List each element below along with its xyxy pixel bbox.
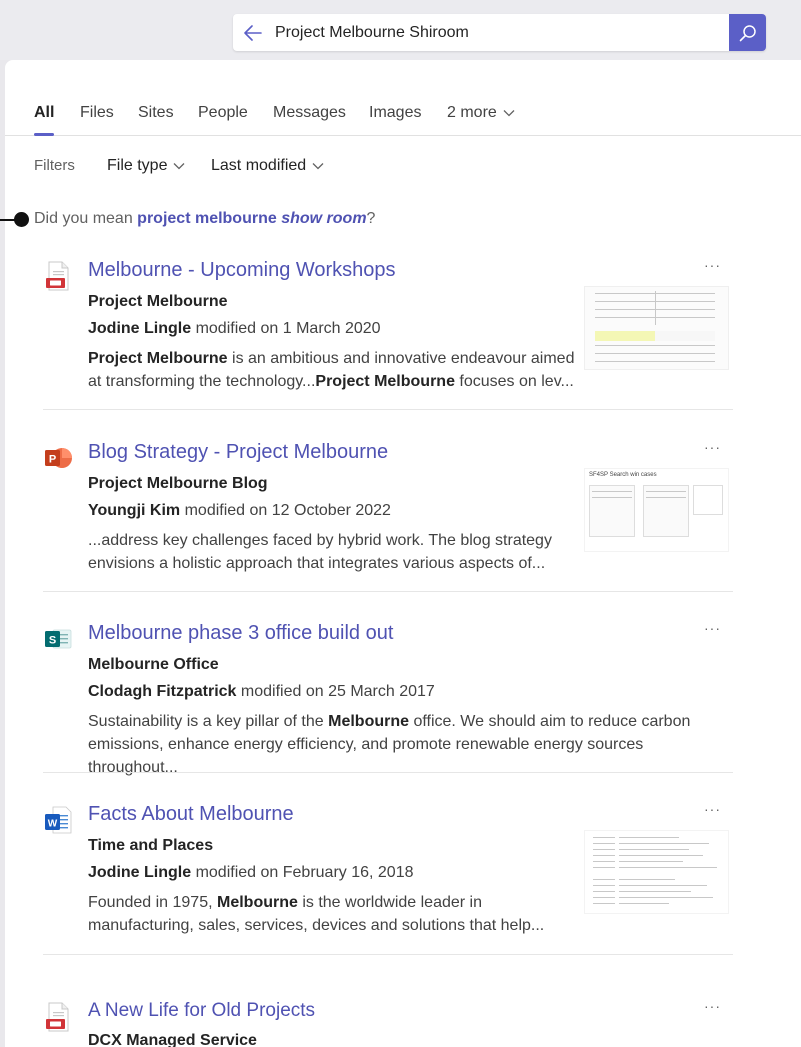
- snippet-text: emissions, enhance energy efficiency, an…: [88, 736, 644, 776]
- snippet-highlight: Project Melbourne: [315, 373, 455, 390]
- result-meta: Jodine Lingle modified on February 16, 2…: [88, 864, 414, 882]
- result-title[interactable]: Melbourne - Upcoming Workshops: [88, 259, 396, 282]
- snippet-text: focuses on lev...: [454, 373, 574, 390]
- slide-thumbnail: SF4SP Search win cases: [584, 468, 729, 552]
- result-modified: modified on 1 March 2020: [195, 320, 381, 337]
- result-title[interactable]: A New Life for Old Projects: [88, 1000, 315, 1022]
- did-you-mean: Did you mean project melbourne show room…: [34, 210, 375, 228]
- result-snippet: Founded in 1975, Melbourne is the worldw…: [88, 891, 544, 937]
- pdf-file-icon: [46, 1002, 69, 1032]
- tab-more-label: 2 more: [447, 104, 497, 121]
- search-icon: [739, 24, 756, 41]
- result-meta: Clodagh Fitzpatrick modified on 25 March…: [88, 683, 435, 701]
- tab-people[interactable]: People: [198, 104, 248, 122]
- tab-all[interactable]: All: [34, 104, 54, 122]
- result-location: Time and Places: [88, 837, 214, 854]
- pdf-file-icon: [46, 261, 69, 291]
- snippet-highlight: Melbourne: [217, 894, 298, 911]
- document-thumbnail: [584, 830, 729, 914]
- tab-files[interactable]: Files: [80, 104, 114, 122]
- snippet-text: ...address key challenges faced by hybri…: [88, 532, 552, 549]
- result-location: Melbourne Office: [88, 656, 219, 673]
- file-type-filter[interactable]: File type: [107, 157, 185, 175]
- result-title[interactable]: Blog Strategy - Project Melbourne: [88, 441, 388, 464]
- tab-messages[interactable]: Messages: [273, 104, 346, 122]
- back-arrow-icon[interactable]: [233, 14, 273, 51]
- search-box: [233, 14, 766, 51]
- result-modified: modified on February 16, 2018: [195, 864, 414, 881]
- snippet-text: Founded in 1975,: [88, 894, 217, 911]
- result-location: DCX Managed Service: [88, 1032, 257, 1047]
- snippet-text: manufacturing, sales, services, devices …: [88, 917, 545, 934]
- snippet-text: office. We should aim to reduce carbon: [409, 713, 691, 730]
- result-author: Youngji Kim: [88, 502, 181, 519]
- last-modified-label: Last modified: [211, 157, 307, 174]
- document-thumbnail: [584, 286, 729, 370]
- tab-bar: All Files Sites People Messages Images 2…: [5, 96, 801, 136]
- more-options-button[interactable]: ···: [704, 801, 721, 817]
- result-snippet: ...address key challenges faced by hybri…: [88, 529, 552, 575]
- suggestion-italic: show room: [281, 210, 367, 227]
- result-author: Jodine Lingle: [88, 864, 192, 881]
- snippet-text: is the worldwide leader in: [297, 894, 482, 911]
- svg-text:P: P: [49, 454, 56, 466]
- tab-more[interactable]: 2 more: [447, 104, 515, 122]
- more-options-button[interactable]: ···: [704, 439, 721, 455]
- filters-label: Filters: [34, 157, 75, 174]
- result-divider: [43, 591, 733, 592]
- snippet-text: at transforming the technology...: [88, 373, 316, 390]
- tab-sites[interactable]: Sites: [138, 104, 174, 122]
- search-button[interactable]: [729, 14, 766, 51]
- top-bar: [0, 0, 801, 60]
- snippet-highlight: Melbourne: [328, 713, 410, 730]
- callout-dot: [14, 212, 29, 227]
- file-type-label: File type: [107, 157, 168, 174]
- result-meta: Jodine Lingle modified on 1 March 2020: [88, 320, 381, 338]
- word-file-icon: W: [45, 806, 72, 834]
- filters-row: Filters File type Last modified: [34, 156, 734, 180]
- did-you-mean-suggestion[interactable]: project melbourne show room: [137, 210, 366, 227]
- chevron-down-icon: [174, 162, 185, 170]
- result-snippet: Sustainability is a key pillar of the Me…: [88, 710, 728, 779]
- result-snippet: Project Melbourne is an ambitious and in…: [88, 347, 574, 393]
- svg-text:W: W: [48, 819, 58, 830]
- result-divider: [43, 409, 733, 410]
- suggestion-plain: project melbourne: [137, 210, 277, 227]
- result-modified: modified on 12 October 2022: [184, 502, 391, 519]
- snippet-text: Sustainability is a key pillar of the: [88, 713, 329, 730]
- result-meta: Youngji Kim modified on 12 October 2022: [88, 502, 391, 520]
- svg-text:S: S: [49, 635, 56, 647]
- result-divider: [43, 954, 733, 955]
- did-you-mean-prefix: Did you mean: [34, 210, 133, 227]
- result-divider: [43, 772, 733, 773]
- chevron-down-icon: [312, 162, 324, 170]
- chevron-down-icon: [503, 109, 515, 117]
- more-options-button[interactable]: ···: [704, 620, 721, 636]
- tab-images[interactable]: Images: [369, 104, 421, 122]
- did-you-mean-suffix: ?: [366, 210, 376, 227]
- result-title[interactable]: Melbourne phase 3 office build out: [88, 622, 393, 645]
- result-modified: modified on 25 March 2017: [240, 683, 435, 700]
- active-tab-indicator: [34, 133, 54, 136]
- more-options-button[interactable]: ···: [704, 257, 721, 273]
- powerpoint-file-icon: P: [45, 448, 72, 468]
- snippet-text: envisions a holistic approach that integ…: [88, 555, 546, 572]
- result-title[interactable]: Facts About Melbourne: [88, 803, 294, 826]
- result-author: Jodine Lingle: [88, 320, 192, 337]
- sharepoint-site-icon: S: [45, 629, 72, 649]
- snippet-highlight: Project Melbourne: [88, 350, 228, 367]
- result-author: Clodagh Fitzpatrick: [88, 683, 237, 700]
- thumbnail-caption: SF4SP Search win cases: [589, 472, 657, 478]
- more-options-button[interactable]: ···: [704, 998, 721, 1014]
- last-modified-filter[interactable]: Last modified: [211, 157, 324, 175]
- snippet-text: is an ambitious and innovative endeavour…: [227, 350, 575, 367]
- result-location: Project Melbourne: [88, 293, 228, 310]
- search-input[interactable]: [273, 23, 729, 42]
- result-location: Project Melbourne Blog: [88, 475, 268, 492]
